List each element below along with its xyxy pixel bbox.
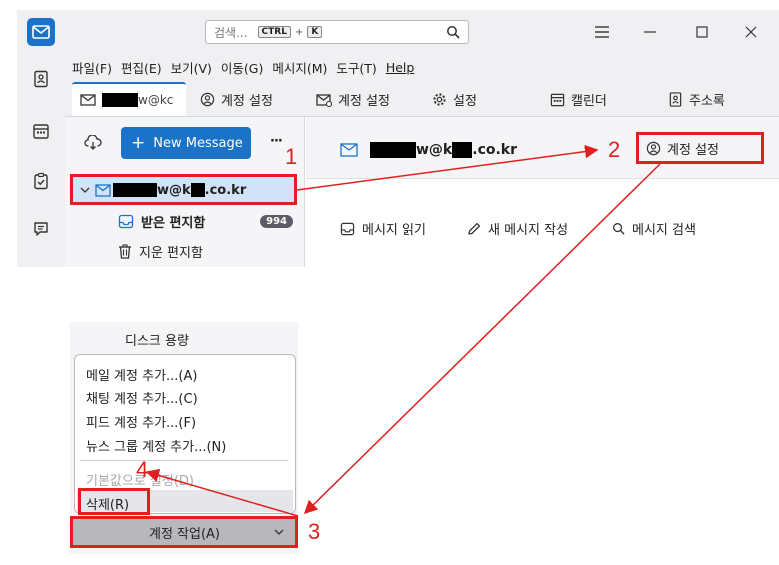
annotation-1: 1	[285, 144, 298, 169]
mail-icon	[80, 94, 96, 106]
add-feed-account-item[interactable]: 피드 계정 추가...(F)	[86, 412, 196, 431]
delete-annotation-box	[78, 488, 150, 515]
mail-space-icon[interactable]	[27, 18, 55, 46]
tab-account-settings-1-label: 계정 설정	[221, 94, 273, 109]
annotation-3: 3	[308, 519, 321, 544]
menu-bar-items: 파일(F) 편집(E) 보기(V) 이동(G) 메시지(M) 도구(T) Hel…	[72, 58, 414, 76]
inbox-icon	[340, 222, 355, 236]
menu-message[interactable]: 메시지(M)	[272, 58, 327, 77]
app-menu-icon[interactable]	[592, 22, 612, 42]
arrow-2-to-3	[303, 163, 661, 515]
shortcut-ctrl-key: CTRL	[257, 26, 291, 38]
annotation-4: 4	[136, 457, 149, 482]
unread-count-badge: 994	[260, 214, 293, 228]
global-search-box[interactable]: 검색... CTRL + K	[205, 20, 469, 44]
folder-inbox[interactable]: 받은 편지함 994	[118, 211, 293, 231]
account-title: w@k .co.kr	[340, 141, 517, 159]
search-icon[interactable]	[446, 25, 460, 39]
tab-calendar-label: 캘린더	[571, 94, 607, 109]
search-messages-label: 메시지 검색	[632, 223, 696, 238]
maximize-icon[interactable]	[692, 22, 712, 42]
calendar-space-icon[interactable]	[30, 120, 52, 142]
tab-calendar[interactable]: 캘린더	[550, 90, 607, 109]
account-annotation-box	[70, 174, 297, 205]
redacted-name	[370, 142, 416, 158]
account-settings-icon	[200, 92, 215, 107]
disk-usage-item[interactable]: 디스크 용량	[125, 330, 189, 349]
pencil-icon	[467, 222, 481, 236]
annotation-2: 2	[608, 137, 621, 162]
write-message-label: 새 메시지 작성	[488, 223, 569, 238]
shortcut-plus: +	[294, 26, 304, 38]
menu-file[interactable]: 파일(F)	[72, 58, 112, 77]
inbox-icon	[118, 214, 134, 229]
address-book-space-icon[interactable]	[30, 68, 52, 90]
menu-separator	[80, 460, 288, 461]
menu-go[interactable]: 이동(G)	[221, 58, 263, 77]
minimize-icon[interactable]	[640, 22, 660, 42]
account-mail-icon	[340, 143, 358, 157]
plus-icon: +	[131, 133, 146, 153]
redacted-domain	[452, 142, 473, 158]
tab-mail[interactable]: w@kc	[72, 82, 186, 116]
tab-account-settings-1[interactable]: 계정 설정	[200, 90, 273, 109]
menu-help[interactable]: Help	[386, 60, 415, 75]
search-messages-link[interactable]: 메시지 검색	[612, 219, 696, 238]
account-email-suffix: .co.kr	[472, 142, 518, 158]
write-message-link[interactable]: 새 메시지 작성	[467, 219, 568, 238]
mail-settings-icon	[316, 93, 332, 107]
tab-address-book-label: 주소록	[689, 94, 725, 109]
address-book-icon	[668, 92, 683, 107]
account-email-part: w@k	[416, 142, 453, 158]
trash-icon	[118, 243, 132, 259]
get-messages-icon[interactable]	[82, 132, 104, 154]
add-mail-account-item[interactable]: 메일 계정 추가...(A)	[86, 365, 197, 384]
search-placeholder: 검색...	[214, 25, 248, 40]
tab-address-book[interactable]: 주소록	[668, 90, 725, 109]
add-chat-account-item[interactable]: 채팅 계정 추가...(C)	[86, 388, 198, 407]
gear-icon	[432, 92, 447, 107]
menu-tools[interactable]: 도구(T)	[336, 58, 376, 77]
menu-edit[interactable]: 편집(E)	[121, 58, 162, 77]
menu-view[interactable]: 보기(V)	[171, 58, 212, 77]
redacted-name	[102, 93, 138, 107]
tab-settings[interactable]: 설정	[432, 90, 477, 109]
calendar-icon	[550, 92, 565, 107]
folder-trash[interactable]: 지운 편지함	[118, 241, 203, 261]
new-message-button[interactable]: + New Message	[121, 127, 251, 159]
tab-account-settings-2-label: 계정 설정	[338, 94, 390, 109]
account-settings-annotation-box	[636, 132, 764, 164]
folder-inbox-label: 받은 편지함	[141, 215, 206, 231]
tab-account-settings-2[interactable]: 계정 설정	[316, 90, 390, 109]
shortcut-k-key: K	[307, 26, 323, 38]
tasks-space-icon[interactable]	[30, 170, 52, 192]
more-options-button[interactable]: ···	[270, 134, 283, 149]
read-messages-link[interactable]: 메시지 읽기	[340, 219, 426, 238]
search-icon	[612, 222, 625, 235]
add-newsgroup-account-item[interactable]: 뉴스 그룹 계정 추가...(N)	[86, 436, 226, 455]
tab-settings-label: 설정	[453, 94, 477, 109]
account-actions-annotation-box	[70, 516, 298, 548]
folder-trash-label: 지운 편지함	[139, 245, 203, 261]
tab-mail-label: w@kc	[138, 93, 174, 107]
chat-space-icon[interactable]	[30, 218, 52, 240]
new-message-label: New Message	[153, 135, 243, 151]
read-messages-label: 메시지 읽기	[362, 223, 426, 238]
close-icon[interactable]	[741, 22, 761, 42]
